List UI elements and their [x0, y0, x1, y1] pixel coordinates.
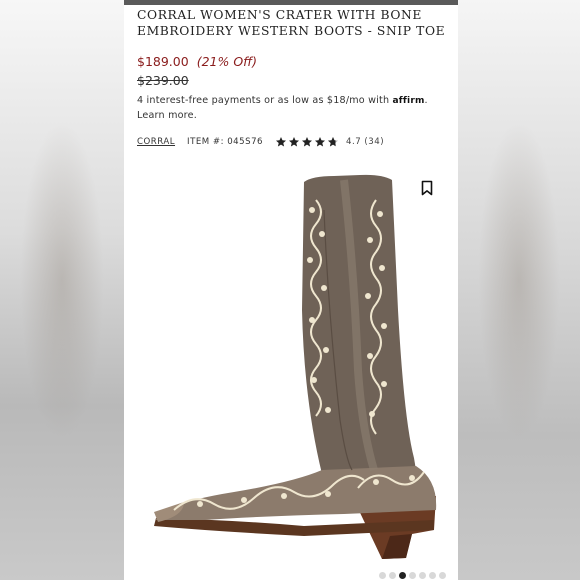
item-number: ITEM #: 045S76: [187, 137, 264, 147]
affirm-text: 4 interest-free payments or as low as $1…: [137, 95, 390, 106]
star-icon: [302, 137, 313, 147]
star-rating[interactable]: [275, 136, 340, 148]
star-icon: [276, 137, 287, 147]
star-icon: [289, 137, 300, 147]
rating-count[interactable]: 4.7 (34): [346, 137, 384, 147]
carousel-dot[interactable]: [409, 572, 416, 579]
price-row: $189.00 (21% Off): [137, 54, 257, 69]
carousel-dot[interactable]: [439, 572, 446, 579]
affirm-financing[interactable]: 4 interest-free payments or as low as $1…: [137, 94, 437, 122]
product-meta: CORRAL ITEM #: 045S76 4.7 (34): [137, 135, 384, 149]
carousel-dot[interactable]: [429, 572, 436, 579]
discount-badge: (21% Off): [196, 54, 258, 69]
star-icon: [328, 137, 339, 147]
brand-link[interactable]: CORRAL: [137, 137, 175, 147]
original-price: $239.00: [137, 73, 189, 88]
product-card: CORRAL WOMEN'S CRATER WITH BONE EMBROIDE…: [124, 0, 458, 580]
carousel-dot[interactable]: [389, 572, 396, 579]
carousel-dot-active[interactable]: [399, 572, 406, 579]
carousel-dot[interactable]: [419, 572, 426, 579]
top-bar: [124, 0, 458, 5]
carousel-dot[interactable]: [379, 572, 386, 579]
product-image-boot[interactable]: [144, 170, 444, 570]
star-icon: [315, 137, 326, 147]
blurred-background-right: [458, 0, 580, 580]
product-title: CORRAL WOMEN'S CRATER WITH BONE EMBROIDE…: [137, 8, 446, 38]
sale-price: $189.00: [137, 54, 189, 69]
affirm-suffix: .: [424, 95, 428, 106]
affirm-logo: affirm: [392, 96, 425, 106]
learn-more-link[interactable]: Learn more.: [137, 110, 197, 121]
blurred-background-left: [0, 0, 124, 580]
carousel-dots: [379, 572, 446, 580]
